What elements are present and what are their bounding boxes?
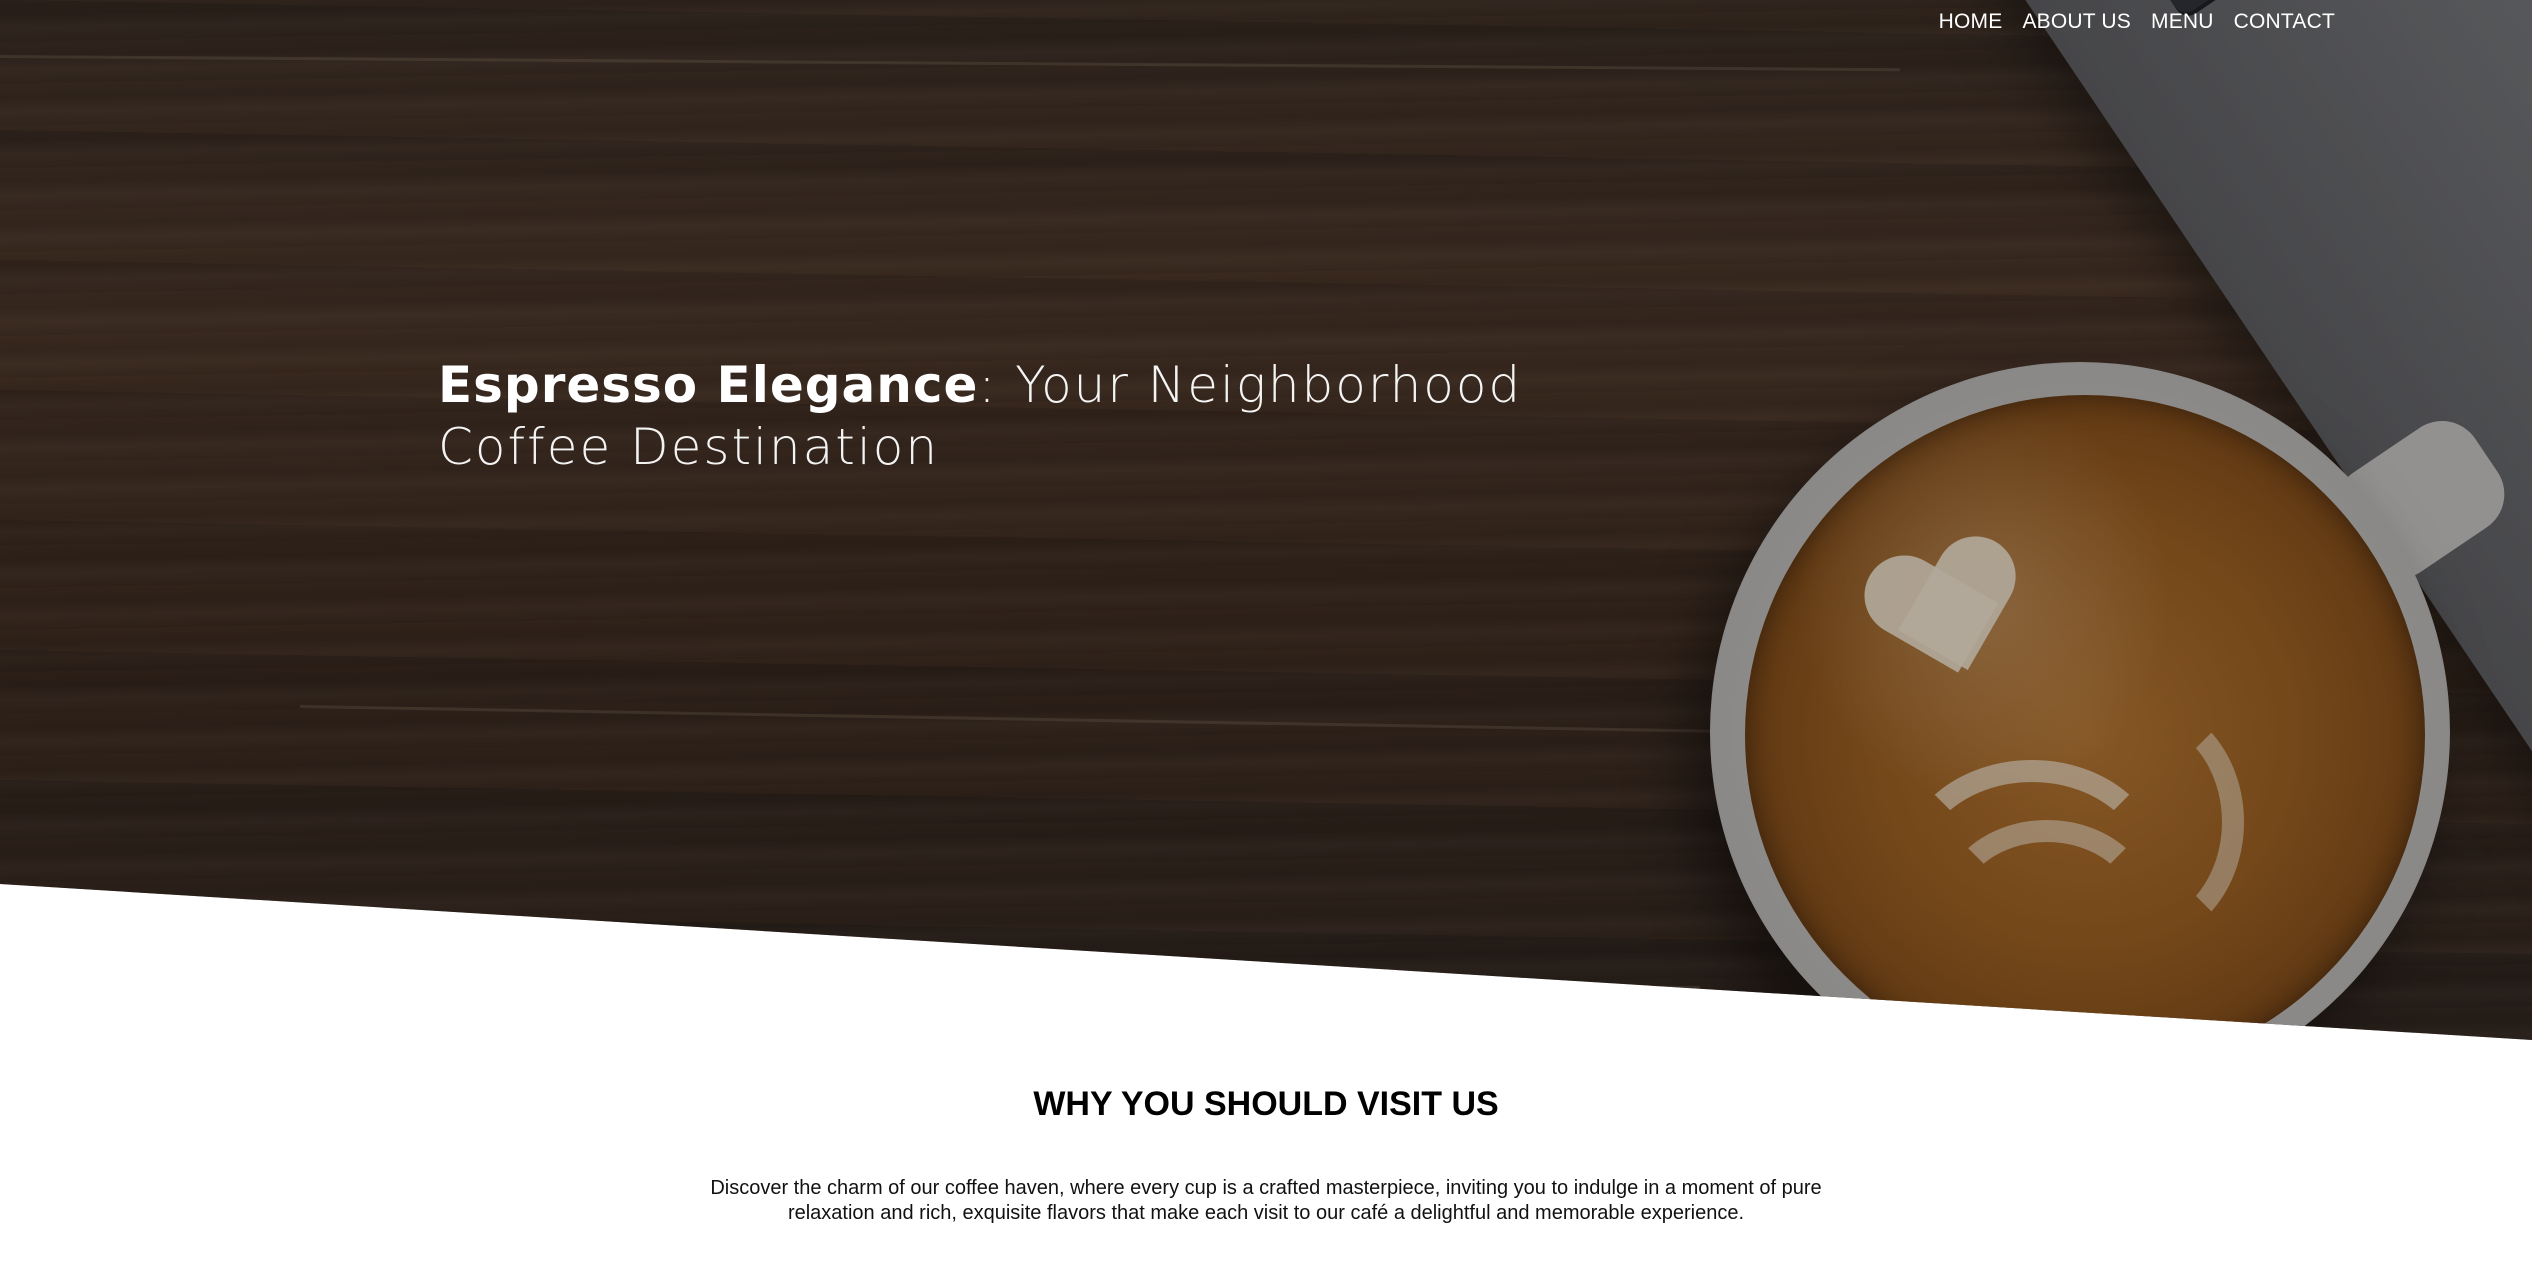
nav-home-link[interactable]: HOME	[1939, 10, 2003, 34]
hero-brand-name: Espresso Elegance	[438, 355, 979, 414]
section-title: WHY YOU SHOULD VISIT US	[1033, 1085, 1499, 1123]
section-description: Discover the charm of our coffee haven, …	[710, 1177, 1822, 1224]
nav-contact-link[interactable]: CONTACT	[2234, 10, 2335, 34]
hero-banner	[0, 0, 2532, 1040]
wood-grain-line	[0, 980, 1700, 989]
nav-menu-link[interactable]: MENU	[2151, 10, 2214, 34]
hero-title: Espresso Elegance: Your Neighborhood Cof…	[438, 354, 1618, 478]
hero-overlay	[0, 0, 2532, 1040]
nav-about-us-link[interactable]: ABOUT US	[2022, 10, 2131, 34]
main-nav: HOME ABOUT US MENU CONTACT	[1939, 10, 2335, 34]
